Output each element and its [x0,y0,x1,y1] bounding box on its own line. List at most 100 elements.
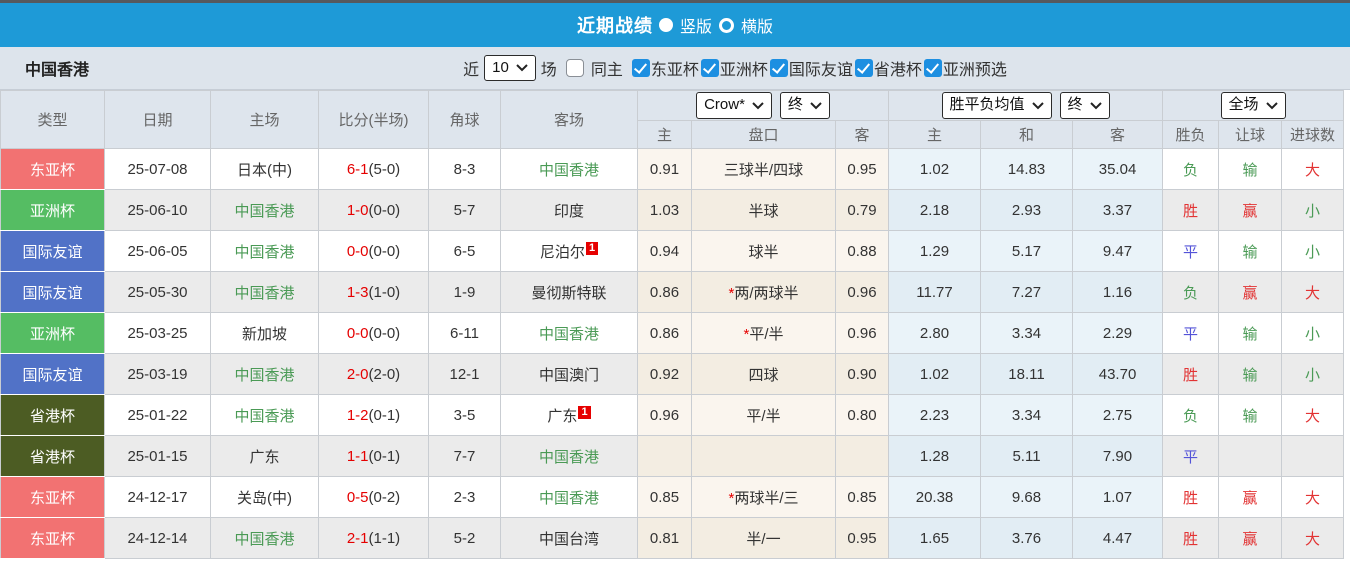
competition-label[interactable]: 东亚杯 [651,56,699,80]
bookmaker-stage-select[interactable]: 终 [779,92,830,119]
col-odds-lose: 客 [1072,120,1164,149]
competition-filter[interactable]: 亚洲预选 [923,56,1007,80]
handicap-cell: 球半 [691,230,836,272]
fulltime-score: 1-0 [346,201,369,219]
corners-cell: 5-7 [428,189,501,231]
avg-lose-cell: 43.70 [1072,353,1164,395]
competition-label[interactable]: 亚洲预选 [943,56,1007,80]
competition-label[interactable]: 亚洲杯 [720,56,768,80]
odds-avg-select[interactable]: 胜平负均值 [941,92,1052,119]
table-row: 省港杯 25-01-22 中国香港 1-2(0-1) 3-5 广东 1 0.96 … [0,394,1345,436]
handicap-away-odds-cell: 0.90 [834,353,890,395]
away-team: 中国香港 [538,325,599,343]
away-team: 中国澳门 [538,366,599,384]
away-cell: 中国台湾 [500,517,638,559]
handicap-away-odds-cell: 0.79 [834,189,890,231]
result-goals-cell: 小 [1281,189,1345,231]
competition-label[interactable]: 国际友谊 [789,56,853,80]
competition-badge: 东亚杯 [0,476,105,518]
avg-lose-cell: 3.37 [1072,189,1164,231]
handicap-text: 两球半/三 [734,489,799,507]
avg-lose-cell: 9.47 [1072,230,1164,272]
home-team: 中国香港 [234,202,295,220]
away-cell: 曼彻斯特联 [500,271,638,313]
competition-filters: 东亚杯 亚洲杯 国际友谊 省港杯 亚洲预选 [631,56,1007,80]
score-cell: 1-0(0-0) [318,189,429,231]
bookmaker-select[interactable]: Crow* [696,92,772,119]
result-goals-cell: 大 [1281,394,1345,436]
handicap-cell [691,435,836,477]
home-team: 新加坡 [241,325,287,343]
same-home-filter[interactable]: 同主 [565,56,623,80]
odds-stage-select[interactable]: 终 [1059,92,1110,119]
avg-win-cell: 1.28 [888,435,982,477]
away-cell: 中国澳门 [500,353,638,395]
handicap-home-odds-cell: 1.03 [637,189,692,231]
competition-filter[interactable]: 国际友谊 [769,56,853,80]
team-name: 中国香港 [25,62,90,79]
competition-filter[interactable]: 东亚杯 [631,56,699,80]
date-cell: 24-12-14 [104,517,211,559]
home-team: 广东 [249,448,280,466]
handicap-cell: 平/半 [691,394,836,436]
handicap-home-odds-cell: 0.86 [637,271,692,313]
result-goals-cell: 大 [1281,476,1345,518]
competition-badge: 国际友谊 [0,353,105,395]
col-home: 主场 [210,90,319,149]
date-cell: 25-03-25 [104,312,211,354]
avg-lose-cell: 35.04 [1072,148,1164,190]
competition-filter[interactable]: 亚洲杯 [700,56,768,80]
checkbox-checked-icon[interactable] [923,59,942,77]
result-wdl-cell: 负 [1162,394,1220,436]
checkbox-checked-icon[interactable] [854,59,873,77]
col-result-goals: 进球数 [1281,120,1345,149]
fulltime-score: 1-2 [346,406,369,424]
match-count-value: 10 [492,58,509,76]
halftime-score: (0-0) [368,324,401,342]
result-wdl-cell: 胜 [1162,517,1220,559]
fulltime-score: 6-1 [346,160,369,178]
date-cell: 25-06-05 [104,230,211,272]
fulltime-score: 1-1 [346,447,369,465]
home-team: 中国香港 [234,284,295,302]
vertical-layout-label[interactable]: 竖版 [680,13,712,37]
horizontal-layout-label[interactable]: 横版 [741,13,773,37]
chevron-down-icon [1031,101,1044,109]
checkbox-unchecked-icon[interactable] [565,59,584,77]
handicap-home-odds-cell: 0.85 [637,476,692,518]
checkbox-checked-icon[interactable] [631,59,650,77]
competition-filter[interactable]: 省港杯 [854,56,922,80]
home-team: 中国香港 [234,407,295,425]
away-team: 广东 [547,407,578,425]
halftime-score: (5-0) [368,160,401,178]
away-team: 尼泊尔 [539,243,585,261]
scope-select-cell: 全场 [1162,90,1345,121]
avg-win-cell: 2.80 [888,312,982,354]
fulltime-score: 0-0 [346,242,369,260]
competition-badge: 亚洲杯 [0,312,105,354]
date-cell: 25-03-19 [104,353,211,395]
horizontal-layout-radio[interactable] [719,17,734,33]
match-count-select[interactable]: 10 [484,54,536,82]
score-cell: 0-0(0-0) [318,230,429,272]
chevron-down-icon [1265,101,1278,109]
handicap-text: 三球半/四球 [723,161,804,179]
corners-cell: 7-7 [428,435,501,477]
halftime-score: (0-2) [368,488,401,506]
checkbox-checked-icon[interactable] [700,59,719,77]
avg-lose-cell: 1.16 [1072,271,1164,313]
away-cell: 中国香港 [500,435,638,477]
result-rq-cell: 赢 [1218,517,1283,559]
checkbox-checked-icon[interactable] [769,59,788,77]
home-team: 中国香港 [234,530,295,548]
result-goals-cell: 大 [1281,517,1345,559]
same-home-label[interactable]: 同主 [591,56,623,80]
bookmaker-select-value: Crow* [704,96,745,114]
vertical-layout-radio[interactable] [658,18,673,32]
away-sup-badge: 1 [578,405,591,419]
scope-select[interactable]: 全场 [1220,92,1286,119]
away-team: 中国台湾 [538,530,599,548]
competition-label[interactable]: 省港杯 [874,56,922,80]
handicap-away-odds-cell [834,435,890,477]
handicap-text: 两/两球半 [734,284,799,302]
